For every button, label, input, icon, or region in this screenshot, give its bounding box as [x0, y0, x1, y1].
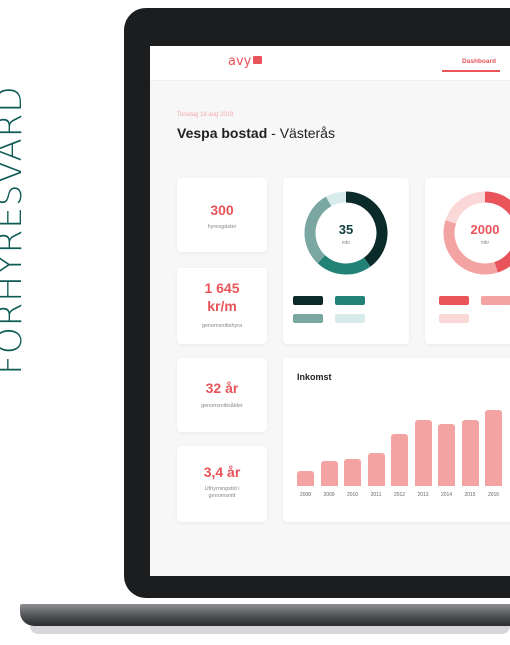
stat-value: 32 år — [205, 380, 239, 396]
donut-card-1: 35 mkr — [283, 178, 409, 344]
app-screen: avy Dashboard Torsdag 18 aug 2019 Vespa … — [150, 46, 510, 576]
x-tick-label: 2016 — [487, 492, 500, 498]
donut-unit: mkr — [341, 240, 351, 246]
stat-card-average-rent: 1 645 kr/m genomsnittshyra — [177, 268, 267, 344]
laptop-base — [20, 604, 510, 626]
legend-swatch — [335, 314, 365, 323]
laptop-base-shadow — [30, 626, 510, 634]
income-bar-chart: 2008 2009 2010 2011 2012 2013 2014 2015 2016 — [283, 358, 510, 522]
x-tick-label: 2010 — [346, 492, 359, 498]
logo-text: avy — [228, 54, 252, 69]
legend-swatch — [293, 296, 323, 305]
x-tick-label: 2013 — [417, 492, 429, 498]
income-bar-2012 — [391, 434, 408, 486]
income-bar-2009 — [320, 461, 338, 486]
income-bar-2013 — [414, 419, 432, 486]
donut-value: 2000 — [470, 222, 500, 237]
income-bar-2016 — [485, 409, 502, 486]
tab-dashboard[interactable]: Dashboard — [462, 58, 496, 65]
x-tick-label: 2012 — [393, 492, 406, 498]
stat-value: 3,4 år — [203, 464, 241, 480]
stat-card-tenants: 300 hyresgäster — [177, 178, 267, 252]
donut-segment — [317, 255, 371, 275]
income-bar-2011 — [367, 452, 385, 486]
property-location: - Västerås — [267, 125, 335, 141]
legend-swatch — [439, 296, 469, 305]
page-date: Torsdag 18 aug 2019 — [177, 112, 234, 118]
x-tick-label: 2014 — [440, 492, 453, 498]
income-chart-card: Inkomst 2008 2009 2010 2011 2012 2013 2014 2015… — [283, 358, 510, 522]
stat-value-line1: 1 645 — [204, 280, 240, 296]
legend-swatch — [335, 296, 365, 305]
page-title: Vespa bostad - Västerås — [177, 125, 335, 141]
x-tick-label: 2008 — [299, 492, 312, 498]
property-name: Vespa bostad — [177, 125, 268, 141]
app-logo[interactable]: avy — [228, 54, 263, 69]
x-tick-label: 2011 — [370, 492, 382, 498]
income-bar-2010 — [344, 458, 361, 486]
x-tick-label: 2015 — [464, 492, 476, 498]
stat-label-line2: genomsnitt — [208, 493, 236, 499]
stat-label-line1: Uthyrningstid i — [204, 486, 240, 492]
donut-value: 35 — [338, 222, 354, 237]
top-bar: avy Dashboard — [150, 46, 510, 81]
stat-card-average-age: 32 år genomsnittsålder — [177, 358, 267, 432]
stat-label: hyresgäster — [207, 224, 237, 230]
stat-card-rental-period: 3,4 år Uthyrningstid i genomsnitt — [177, 446, 267, 522]
donut-segment — [445, 191, 486, 224]
stat-value-line2: kr/m — [207, 298, 237, 314]
stat-label: genomsnittsålder — [201, 403, 243, 409]
legend-swatch — [481, 296, 510, 305]
tab-active-indicator — [442, 70, 500, 72]
stat-label: genomsnittshyra — [201, 323, 243, 329]
x-tick-label: 2009 — [323, 492, 335, 498]
income-bar-2015 — [461, 419, 479, 486]
legend-swatch — [293, 314, 323, 323]
house-icon — [253, 56, 263, 64]
donut-card-2: 2000 mkr — [425, 178, 510, 344]
side-title: FÖRHYRESVÄRD — [0, 85, 30, 375]
legend-swatch — [439, 314, 469, 323]
income-bar-2014 — [438, 424, 455, 486]
donut-unit: mkr — [480, 240, 490, 246]
income-bar-2008 — [297, 471, 314, 486]
stat-value: 300 — [210, 202, 234, 218]
donut-segment — [326, 191, 347, 207]
